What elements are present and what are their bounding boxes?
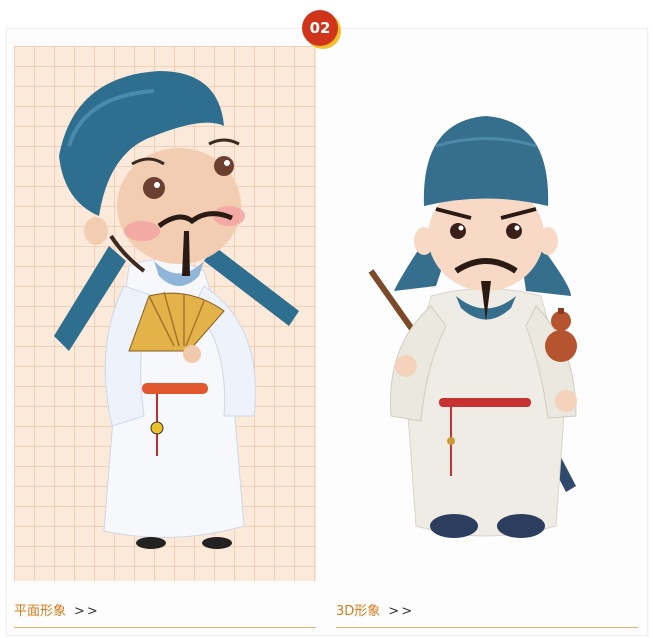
caption-divider-right: [336, 627, 638, 628]
3d-character-illustration: [368, 116, 577, 538]
flat-character-illustration: [54, 71, 299, 549]
3d-character-image: [336, 46, 638, 581]
number-badge: 02: [302, 10, 338, 46]
flat-image-label: 平面形象: [14, 604, 67, 619]
3d-image-label: 3D形象: [336, 604, 381, 619]
flat-image-caption[interactable]: 平面形象 >>: [14, 600, 100, 619]
3d-image-arrows-icon: >>: [388, 604, 415, 619]
3d-image-caption[interactable]: 3D形象 >>: [336, 600, 414, 619]
flat-character-image: [14, 46, 316, 581]
flat-image-arrows-icon: >>: [74, 604, 100, 619]
caption-divider-left: [14, 627, 316, 628]
